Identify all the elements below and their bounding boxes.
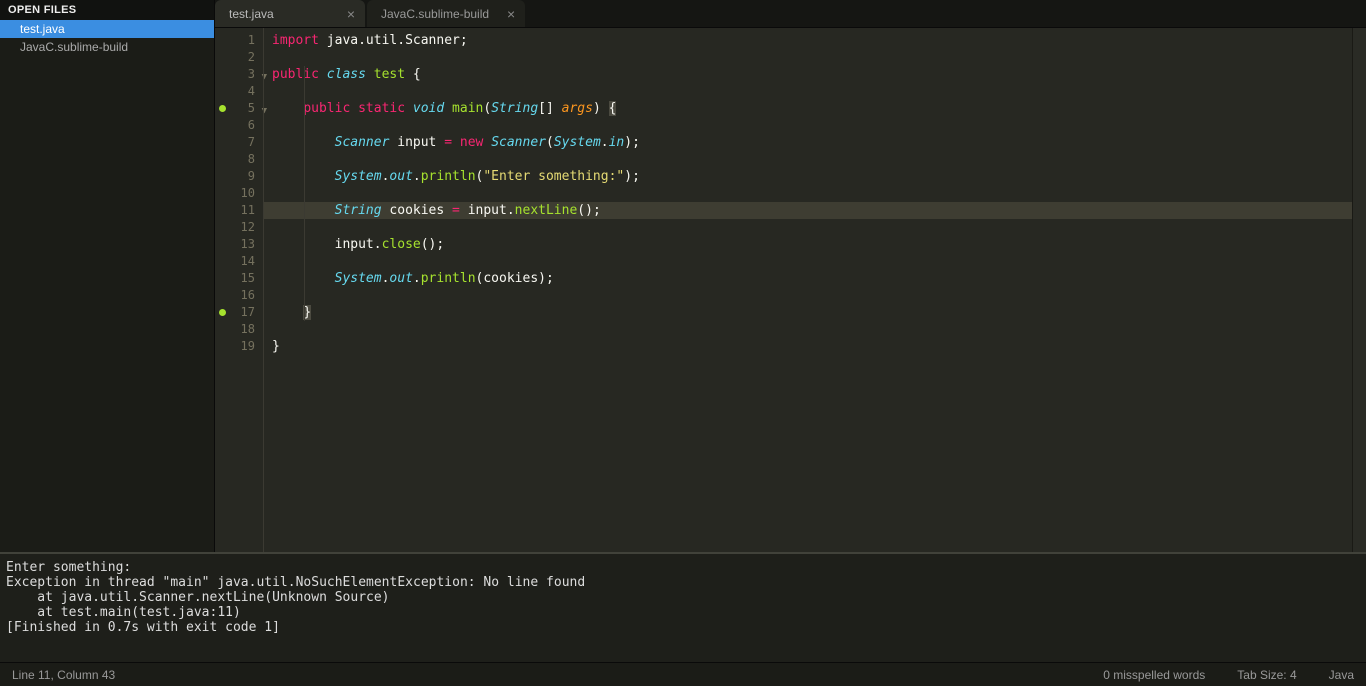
code-line[interactable]: Scanner input = new Scanner(System.in); <box>264 134 1352 151</box>
status-bar: Line 11, Column 43 0 misspelled words Ta… <box>0 662 1366 686</box>
code-line[interactable]: input.close(); <box>264 236 1352 253</box>
line-number[interactable]: 13 <box>215 236 263 253</box>
code-line[interactable] <box>264 185 1352 202</box>
code-line[interactable]: import java.util.Scanner; <box>264 32 1352 49</box>
gutter-marker-icon <box>219 309 226 316</box>
line-number[interactable]: 14 <box>215 253 263 270</box>
line-number[interactable]: 12 <box>215 219 263 236</box>
tab-bar: test.java × JavaC.sublime-build × <box>215 0 1366 28</box>
sidebar-item[interactable]: test.java <box>0 20 214 38</box>
line-number[interactable]: 18 <box>215 321 263 338</box>
line-number[interactable]: 19 <box>215 338 263 355</box>
code-line[interactable] <box>264 151 1352 168</box>
editor-column: test.java×JavaC.sublime-build× 123▼45▼67… <box>215 0 1366 552</box>
line-number[interactable]: 16 <box>215 287 263 304</box>
line-number[interactable]: 5▼ <box>215 100 263 117</box>
code-line[interactable]: } <box>264 338 1352 355</box>
code-line[interactable] <box>264 321 1352 338</box>
tab[interactable]: JavaC.sublime-build × <box>367 0 525 27</box>
code-line[interactable]: public class test { <box>264 66 1352 83</box>
line-number[interactable]: 15 <box>215 270 263 287</box>
sidebar-header: OPEN FILES <box>0 0 214 20</box>
line-number[interactable]: 7 <box>215 134 263 151</box>
status-tabsize[interactable]: Tab Size: 4 <box>1237 668 1296 682</box>
scrollbar[interactable] <box>1352 28 1366 552</box>
line-number[interactable]: 11 <box>215 202 263 219</box>
tab-label: test.java <box>229 7 274 21</box>
close-icon[interactable]: × <box>507 6 515 22</box>
line-number[interactable]: 10 <box>215 185 263 202</box>
code-line[interactable] <box>264 117 1352 134</box>
code-line[interactable]: String cookies = input.nextLine(); <box>264 202 1352 219</box>
code-line[interactable] <box>264 219 1352 236</box>
main-split: OPEN FILES test.java JavaC.sublime-build … <box>0 0 1366 552</box>
line-number[interactable]: 6 <box>215 117 263 134</box>
code-line[interactable] <box>264 287 1352 304</box>
gutter: 123▼45▼678910111213141516171819 <box>215 28 263 552</box>
build-output-panel[interactable]: Enter something: Exception in thread "ma… <box>0 552 1366 662</box>
line-number[interactable]: 3▼ <box>215 66 263 83</box>
code-area[interactable]: import java.util.Scanner; public class te… <box>263 28 1352 552</box>
gutter-marker-icon <box>219 105 226 112</box>
editor-area[interactable]: 123▼45▼678910111213141516171819 import j… <box>215 28 1366 552</box>
sidebar-item[interactable]: JavaC.sublime-build <box>0 38 214 56</box>
code-line[interactable]: public static void main(String[] args) { <box>264 100 1352 117</box>
line-number[interactable]: 17 <box>215 304 263 321</box>
code-line[interactable]: System.out.println(cookies); <box>264 270 1352 287</box>
tab-label: JavaC.sublime-build <box>381 7 489 21</box>
close-icon[interactable]: × <box>347 6 355 22</box>
status-position[interactable]: Line 11, Column 43 <box>12 668 1103 682</box>
code-line[interactable]: } <box>264 304 1352 321</box>
line-number[interactable]: 2 <box>215 49 263 66</box>
line-number[interactable]: 8 <box>215 151 263 168</box>
sidebar: OPEN FILES test.javaJavaC.sublime-build <box>0 0 215 552</box>
line-number[interactable]: 4 <box>215 83 263 100</box>
tab[interactable]: test.java × <box>215 0 365 27</box>
indent-guide <box>304 66 305 321</box>
status-syntax[interactable]: Java <box>1329 668 1354 682</box>
code-line[interactable] <box>264 253 1352 270</box>
line-number[interactable]: 1 <box>215 32 263 49</box>
code-line[interactable] <box>264 49 1352 66</box>
code-line[interactable] <box>264 83 1352 100</box>
status-spell[interactable]: 0 misspelled words <box>1103 668 1205 682</box>
line-number[interactable]: 9 <box>215 168 263 185</box>
code-line[interactable]: System.out.println("Enter something:"); <box>264 168 1352 185</box>
